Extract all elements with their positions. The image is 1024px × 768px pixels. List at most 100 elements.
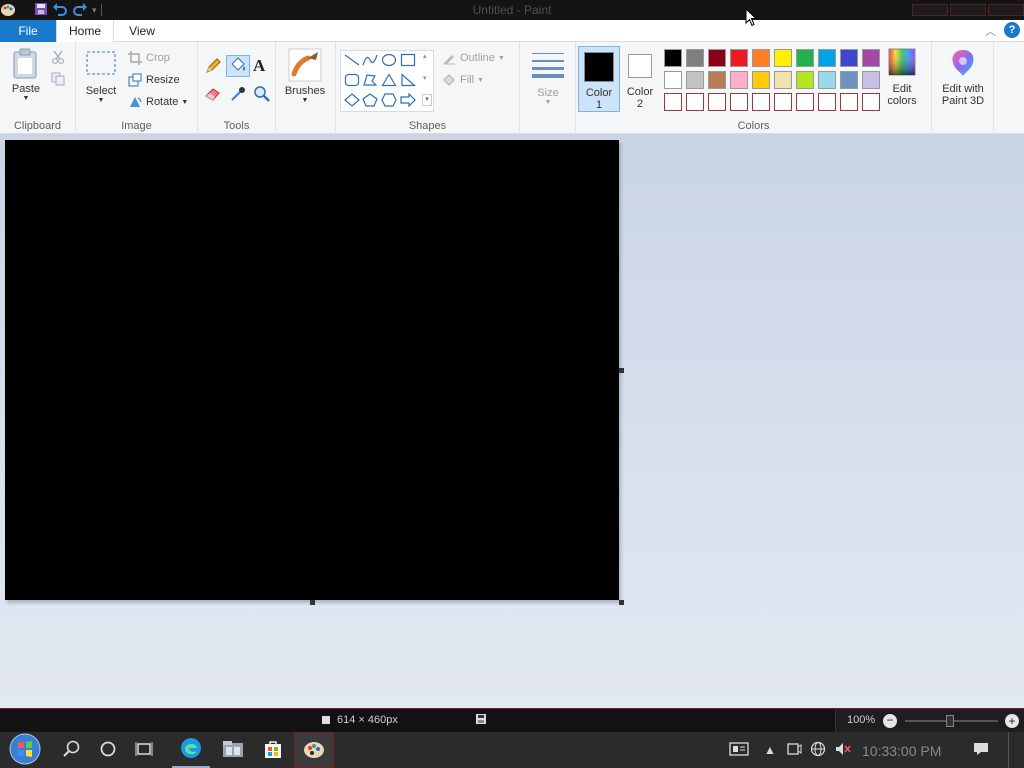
copy-icon[interactable]: [51, 72, 71, 92]
start-button[interactable]: [0, 732, 50, 768]
right-triangle-shape-icon[interactable]: [400, 73, 417, 87]
brushes-button[interactable]: Brushes ▼: [282, 48, 328, 114]
triangle-shape-icon[interactable]: [381, 73, 397, 87]
zoom-in-icon[interactable]: +: [1005, 714, 1019, 728]
zoom-slider-thumb[interactable]: [946, 715, 954, 727]
tray-news[interactable]: [726, 732, 752, 768]
color-swatch[interactable]: [708, 71, 726, 89]
paste-button[interactable]: Paste ▼: [6, 48, 46, 112]
tray-network[interactable]: [808, 732, 828, 768]
diamond-shape-icon[interactable]: [344, 93, 360, 107]
pentagon-shape-icon[interactable]: [362, 93, 378, 107]
color-swatch[interactable]: [664, 71, 682, 89]
custom-color-slot[interactable]: [840, 93, 858, 111]
hexagon-shape-icon[interactable]: [381, 93, 397, 107]
show-desktop-button[interactable]: [1008, 732, 1024, 768]
minimize-ribbon-icon[interactable]: ︿: [985, 23, 996, 39]
windows-logo-icon: [9, 733, 41, 768]
color-swatch[interactable]: [862, 71, 880, 89]
canvas-resize-handle-corner[interactable]: [619, 600, 624, 605]
custom-color-slot[interactable]: [730, 93, 748, 111]
color-swatch[interactable]: [664, 49, 682, 67]
color-swatch[interactable]: [796, 49, 814, 67]
pencil-icon[interactable]: [204, 57, 224, 77]
drawing-canvas[interactable]: [5, 140, 619, 600]
color-swatch[interactable]: [840, 71, 858, 89]
outline-button[interactable]: Outline ▼: [442, 51, 505, 65]
tab-home[interactable]: Home: [56, 20, 114, 43]
taskbar-store[interactable]: [254, 732, 292, 768]
taskbar-edge[interactable]: [172, 732, 210, 768]
edge-browser-icon: [180, 737, 202, 762]
color-swatch[interactable]: [708, 49, 726, 67]
select-button[interactable]: Select ▼: [82, 50, 120, 110]
custom-color-slot[interactable]: [862, 93, 880, 111]
oval-shape-icon[interactable]: [381, 53, 397, 67]
canvas-resize-handle-right[interactable]: [619, 368, 624, 373]
taskbar-clock[interactable]: 10:33:00 PM: [862, 743, 941, 759]
resize-button[interactable]: Resize: [128, 73, 180, 87]
curve-shape-icon[interactable]: [362, 53, 378, 67]
color-swatch[interactable]: [730, 71, 748, 89]
minimize-button[interactable]: [912, 4, 948, 16]
color1-button[interactable]: Color 1: [578, 46, 620, 112]
color-swatch[interactable]: [752, 49, 770, 67]
shapes-scroll-up-icon[interactable]: ▴: [423, 52, 427, 60]
custom-color-slot[interactable]: [796, 93, 814, 111]
color-picker-icon[interactable]: [229, 85, 249, 105]
crop-button[interactable]: Crop: [128, 51, 170, 65]
edit-colors-button[interactable]: Edit colors: [882, 48, 922, 112]
custom-color-slot[interactable]: [686, 93, 704, 111]
taskbar-paint[interactable]: [294, 732, 334, 768]
color-swatch[interactable]: [796, 71, 814, 89]
custom-color-slot[interactable]: [752, 93, 770, 111]
color-swatch[interactable]: [818, 49, 836, 67]
help-icon[interactable]: ?: [1004, 22, 1020, 38]
custom-color-slot[interactable]: [664, 93, 682, 111]
magnifier-icon[interactable]: [253, 85, 273, 105]
color-swatch[interactable]: [840, 49, 858, 67]
custom-color-slot[interactable]: [774, 93, 792, 111]
line-shape-icon[interactable]: [344, 53, 360, 67]
custom-color-slot[interactable]: [818, 93, 836, 111]
color-swatch[interactable]: [818, 71, 836, 89]
custom-color-slot[interactable]: [708, 93, 726, 111]
canvas-resize-handle-bottom[interactable]: [310, 600, 315, 605]
paste-label: Paste: [11, 83, 41, 95]
color-swatch[interactable]: [686, 49, 704, 67]
task-view-button[interactable]: [128, 732, 160, 768]
taskbar-file-explorer[interactable]: [214, 732, 252, 768]
color-swatch[interactable]: [686, 71, 704, 89]
rotate-button[interactable]: Rotate ▼: [128, 95, 188, 109]
color-swatch[interactable]: [774, 49, 792, 67]
tab-file[interactable]: File: [0, 20, 56, 42]
cut-icon[interactable]: [51, 50, 71, 70]
edit-with-paint3d-button[interactable]: Edit with Paint 3D: [934, 48, 992, 112]
fill-with-color-icon[interactable]: [226, 55, 250, 77]
action-center-button[interactable]: [968, 732, 994, 768]
color-swatch[interactable]: [774, 71, 792, 89]
polygon-shape-icon[interactable]: [362, 73, 378, 87]
color-swatch[interactable]: [752, 71, 770, 89]
text-icon[interactable]: A: [253, 56, 273, 76]
color-swatch[interactable]: [730, 49, 748, 67]
tab-view[interactable]: View: [114, 20, 170, 42]
shapes-expand-icon[interactable]: ▾: [422, 94, 432, 106]
eraser-icon[interactable]: [204, 85, 224, 105]
size-button[interactable]: Size ▼: [526, 50, 570, 112]
maximize-button[interactable]: [950, 4, 986, 16]
tray-meet[interactable]: [784, 732, 804, 768]
color-swatch[interactable]: [862, 49, 880, 67]
fill-button[interactable]: Fill ▼: [442, 73, 484, 87]
zoom-out-icon[interactable]: −: [883, 714, 897, 728]
close-button[interactable]: [988, 4, 1024, 16]
shapes-scroll-down-icon[interactable]: ▾: [423, 74, 427, 82]
color2-button[interactable]: Color 2: [622, 46, 658, 112]
cortana-button[interactable]: [92, 732, 124, 768]
rounded-rectangle-shape-icon[interactable]: [344, 73, 360, 87]
rectangle-shape-icon[interactable]: [400, 53, 416, 67]
right-arrow-shape-icon[interactable]: [400, 92, 416, 108]
tray-overflow[interactable]: ▲: [760, 732, 780, 768]
search-button[interactable]: [56, 732, 88, 768]
tray-volume[interactable]: [832, 732, 854, 768]
